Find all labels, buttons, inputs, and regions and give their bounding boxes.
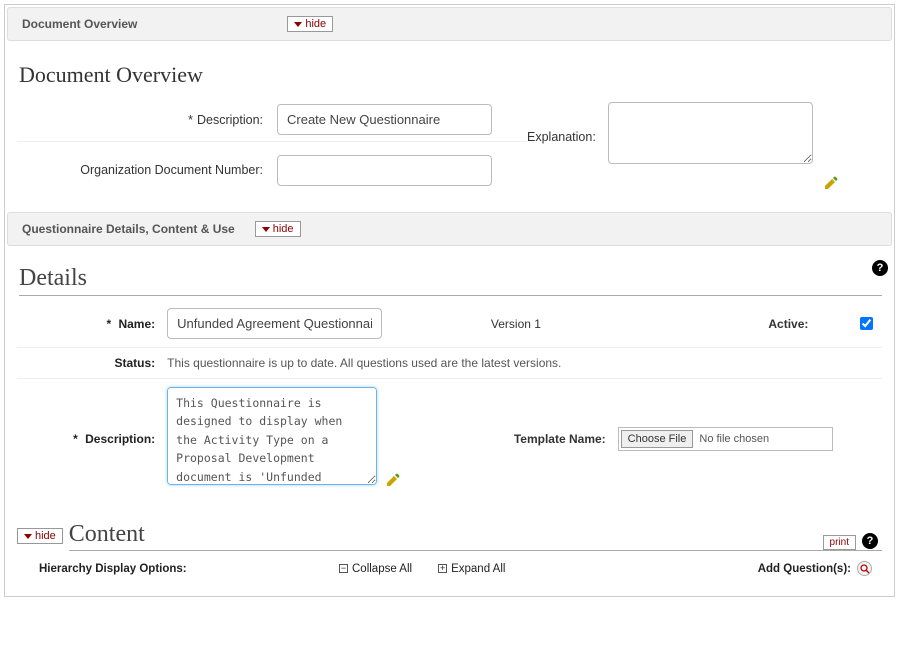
pencil-icon[interactable] <box>823 175 839 194</box>
name-input[interactable] <box>167 308 382 339</box>
hide-content-button[interactable]: hide <box>17 528 63 544</box>
hide-doc-overview-button[interactable]: hide <box>287 16 333 32</box>
org-doc-number-input[interactable] <box>277 155 492 186</box>
template-name-label: Template Name: <box>420 379 611 500</box>
help-icon[interactable]: ? <box>872 260 888 276</box>
content-title: Content <box>69 521 882 551</box>
questionnaire-details-header-title: Questionnaire Details, Content & Use <box>22 222 235 236</box>
details-description-textarea[interactable]: This Questionnaire is designed to displa… <box>167 387 377 485</box>
active-checkbox[interactable] <box>860 317 873 330</box>
pencil-icon[interactable] <box>385 472 401 491</box>
hide-label: hide <box>35 530 56 542</box>
hide-label: hide <box>273 223 294 235</box>
collapse-all-button[interactable]: − Collapse All <box>339 563 412 575</box>
hierarchy-display-label: Hierarchy Display Options: <box>39 563 339 575</box>
collapse-all-label: Collapse All <box>352 563 412 575</box>
choose-file-button[interactable]: Choose File <box>621 430 694 448</box>
questionnaire-details-header: Questionnaire Details, Content & Use hid… <box>7 212 892 246</box>
lookup-icon[interactable] <box>857 561 872 576</box>
plus-box-icon: + <box>438 564 447 573</box>
doc-overview-body: Document Overview *Description: Organiza… <box>7 53 892 212</box>
expand-all-button[interactable]: + Expand All <box>438 563 505 575</box>
doc-overview-title: Document Overview <box>19 62 882 88</box>
no-file-text: No file chosen <box>693 433 769 445</box>
hide-questionnaire-details-button[interactable]: hide <box>255 221 301 237</box>
explanation-label: Explanation: <box>527 102 602 144</box>
triangle-down-icon <box>294 22 302 27</box>
details-description-label: * Description: <box>17 379 161 500</box>
minus-box-icon: − <box>339 564 348 573</box>
version-label: Version 1 <box>420 300 611 348</box>
org-doc-number-label: Organization Document Number: <box>17 163 277 177</box>
triangle-down-icon <box>262 227 270 232</box>
doc-overview-header-title: Document Overview <box>22 17 137 31</box>
template-file-input[interactable]: Choose File No file chosen <box>618 427 833 451</box>
details-title: Details <box>19 265 882 296</box>
hide-label: hide <box>305 18 326 30</box>
details-body: ? Details * Name: Version 1 Active: Stat… <box>7 258 892 594</box>
description-label: *Description: <box>17 113 277 127</box>
description-input[interactable] <box>277 104 492 135</box>
status-label: Status: <box>17 348 161 379</box>
expand-all-label: Expand All <box>451 563 505 575</box>
status-text: This questionnaire is up to date. All qu… <box>161 348 882 379</box>
name-label: * Name: <box>17 300 161 348</box>
add-questions-label: Add Question(s): <box>758 563 851 575</box>
doc-overview-header: Document Overview hide <box>7 7 892 41</box>
active-label: Active: <box>612 300 815 348</box>
print-button[interactable]: print <box>823 535 856 550</box>
explanation-textarea[interactable] <box>608 102 813 164</box>
triangle-down-icon <box>24 534 32 539</box>
